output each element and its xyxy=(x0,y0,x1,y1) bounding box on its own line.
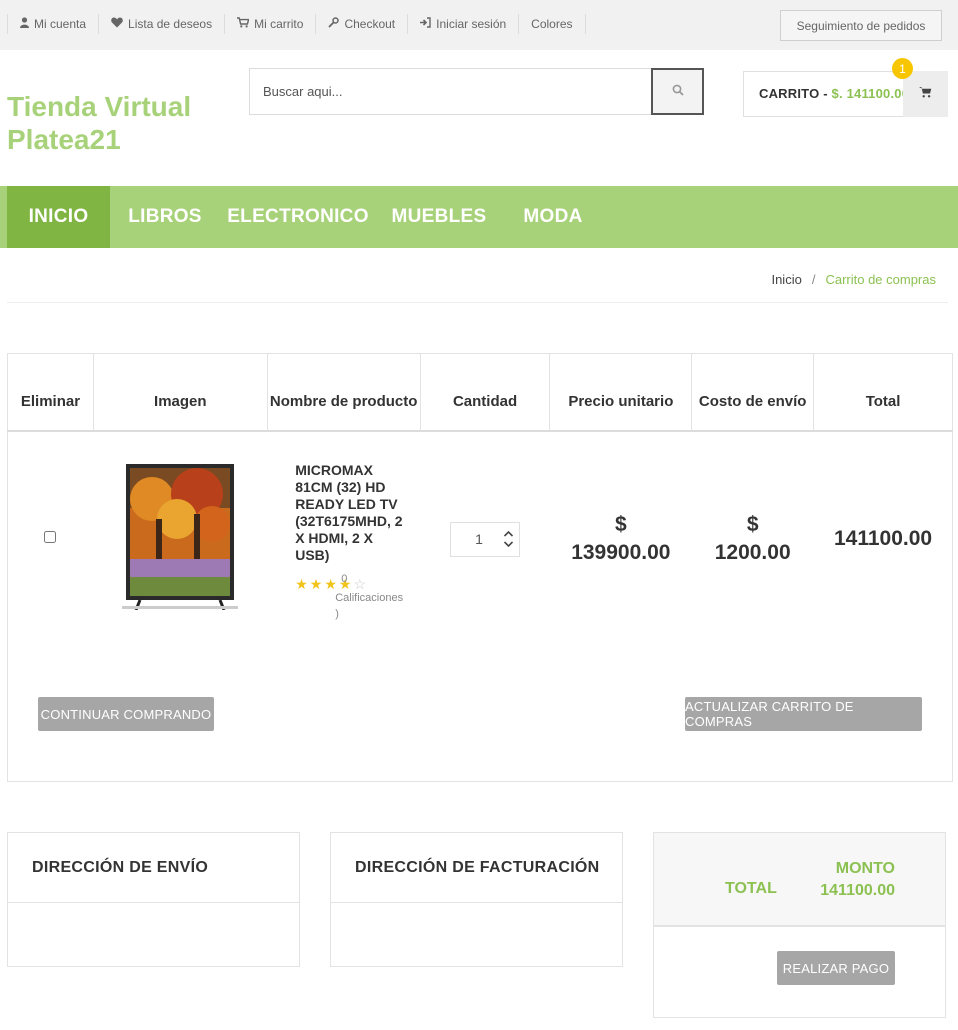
ratings-text: Calificaciones ) xyxy=(335,590,420,622)
row-total: 141100.00 xyxy=(833,527,933,550)
nav-item-electronico[interactable]: ELECTRONICO xyxy=(220,186,376,248)
my-account-label: Mi cuenta xyxy=(34,17,87,31)
shopping-cart-icon xyxy=(919,85,932,103)
product-rating: ★ ★ ★ ★ ☆ 0 xyxy=(295,572,420,592)
product-image[interactable] xyxy=(122,463,239,615)
nav-item-moda[interactable]: MODA xyxy=(502,186,604,248)
summary-total-label: TOTAL xyxy=(725,880,777,897)
billing-address-panel: DIRECCIÓN DE FACTURACIÓN xyxy=(330,832,623,967)
unit-price-cell: $ 139900.00 xyxy=(550,431,692,647)
shipping-cost: $ 1200.00 xyxy=(692,511,814,567)
top-bar: Mi cuenta Lista de deseos Mi carrito Che… xyxy=(0,0,958,50)
shipping-symbol: $ xyxy=(746,513,759,536)
cart-table: Eliminar Imagen Nombre de producto Canti… xyxy=(7,353,953,647)
chevron-up-icon[interactable] xyxy=(503,531,513,537)
store-logo[interactable]: Tienda Virtual Platea21 xyxy=(7,90,237,156)
quantity-cell: 1 xyxy=(420,431,550,647)
shipping-value: 1200.00 xyxy=(714,541,791,564)
quantity-value[interactable]: 1 xyxy=(451,531,497,547)
checkout-pay-button[interactable]: REALIZAR PAGO xyxy=(777,951,895,985)
summary-monto-label: MONTO xyxy=(835,860,895,877)
search-icon xyxy=(672,83,684,101)
unit-price-symbol: $ xyxy=(615,513,627,536)
main-nav: INICIO LIBROS ELECTRONICO MUEBLES MODA xyxy=(0,186,958,248)
breadcrumb-separator: / xyxy=(811,272,816,287)
header-imagen: Imagen xyxy=(92,353,268,432)
ratings-close: ) xyxy=(335,607,339,620)
nav-item-inicio[interactable]: INICIO xyxy=(7,186,110,248)
unit-price: $ 139900.00 xyxy=(550,511,692,567)
quantity-stepper[interactable]: 1 xyxy=(450,521,521,557)
header-eliminar: Eliminar xyxy=(7,353,94,432)
my-account-link[interactable]: Mi cuenta xyxy=(7,14,98,34)
top-links: Mi cuenta Lista de deseos Mi carrito Che… xyxy=(7,14,586,34)
update-cart-button[interactable]: ACTUALIZAR CARRITO DE COMPRAS xyxy=(685,697,922,731)
cart-count-badge: 1 xyxy=(892,58,913,79)
summary-monto-value: 141100.00 xyxy=(820,882,895,899)
breadcrumb: Inicio / Carrito de compras xyxy=(771,272,936,287)
wrench-icon xyxy=(328,17,340,31)
sign-in-link[interactable]: Iniciar sesión xyxy=(407,14,518,34)
image-cell xyxy=(93,431,267,647)
user-icon xyxy=(20,17,29,31)
header-nombre: Nombre de producto xyxy=(266,353,421,432)
header-cart-label: CARRITO - $. 141100.00 xyxy=(759,86,909,101)
breadcrumb-home[interactable]: Inicio xyxy=(771,272,801,287)
header-cart[interactable]: CARRITO - $. 141100.00 xyxy=(743,71,948,117)
summary-amount: MONTO 141100.00 xyxy=(820,858,895,902)
header-cart-button[interactable] xyxy=(903,71,948,117)
table-row: MICROMAX 81CM (32) HD READY LED TV (32T6… xyxy=(8,431,953,647)
cart-table-header: Eliminar Imagen Nombre de producto Canti… xyxy=(7,353,953,432)
wishlist-link[interactable]: Lista de deseos xyxy=(98,14,224,34)
nav-item-libros[interactable]: LIBROS xyxy=(110,186,220,248)
ratings-label: Calificaciones xyxy=(335,591,404,604)
unit-price-value: 139900.00 xyxy=(571,541,671,564)
nav-item-muebles[interactable]: MUEBLES xyxy=(376,186,502,248)
sign-in-label: Iniciar sesión xyxy=(436,17,507,31)
wishlist-label: Lista de deseos xyxy=(128,17,213,31)
remove-cell xyxy=(8,431,94,647)
search-button[interactable] xyxy=(651,68,704,115)
cart-icon xyxy=(237,17,250,31)
cart-amount: $. 141100.00 xyxy=(831,86,910,101)
my-cart-label: Mi carrito xyxy=(254,17,304,31)
header-envio: Costo de envío xyxy=(691,353,815,432)
billing-address-title: DIRECCIÓN DE FACTURACIÓN xyxy=(331,833,622,903)
sign-in-icon xyxy=(420,17,431,31)
total-cell: 141100.00 xyxy=(814,431,953,647)
star-filled-icon: ★ xyxy=(309,575,323,592)
breadcrumb-divider xyxy=(7,302,948,303)
shipping-cell: $ 1200.00 xyxy=(692,431,814,647)
header-cantidad: Cantidad xyxy=(419,353,551,432)
my-cart-link[interactable]: Mi carrito xyxy=(224,14,315,34)
search-input[interactable] xyxy=(250,69,650,114)
heart-icon xyxy=(111,17,123,31)
remove-checkbox[interactable] xyxy=(44,531,57,543)
breadcrumb-current: Carrito de compras xyxy=(825,272,936,287)
rating-count: 0 xyxy=(341,572,348,585)
colors-label: Colores xyxy=(531,17,573,31)
track-orders-button[interactable]: Seguimiento de pedidos xyxy=(780,10,942,41)
quantity-arrows[interactable] xyxy=(497,531,519,547)
order-summary-header: TOTAL MONTO 141100.00 xyxy=(654,833,945,927)
product-cell: MICROMAX 81CM (32) HD READY LED TV (32T6… xyxy=(267,431,420,647)
header-total: Total xyxy=(813,353,953,432)
shipping-address-title: DIRECCIÓN DE ENVÍO xyxy=(8,833,299,903)
star-filled-icon: ★ xyxy=(295,575,308,592)
continue-shopping-button[interactable]: CONTINUAR COMPRANDO xyxy=(38,697,214,731)
chevron-down-icon[interactable] xyxy=(503,541,513,547)
cart-title: CARRITO - xyxy=(759,86,828,101)
header-precio: Precio unitario xyxy=(549,353,693,432)
cart-panel: Eliminar Imagen Nombre de producto Canti… xyxy=(7,353,953,782)
product-name-link[interactable]: MICROMAX 81CM (32) HD READY LED TV (32T6… xyxy=(295,462,405,564)
star-filled-icon: ★ xyxy=(324,575,337,592)
colors-link[interactable]: Colores xyxy=(518,14,586,34)
checkout-label: Checkout xyxy=(344,17,396,31)
search-bar xyxy=(249,68,704,115)
checkout-link[interactable]: Checkout xyxy=(315,14,407,34)
order-summary-panel: TOTAL MONTO 141100.00 REALIZAR PAGO xyxy=(653,832,946,1018)
star-empty-icon: ☆ xyxy=(353,575,367,592)
shipping-address-panel: DIRECCIÓN DE ENVÍO xyxy=(7,832,300,967)
